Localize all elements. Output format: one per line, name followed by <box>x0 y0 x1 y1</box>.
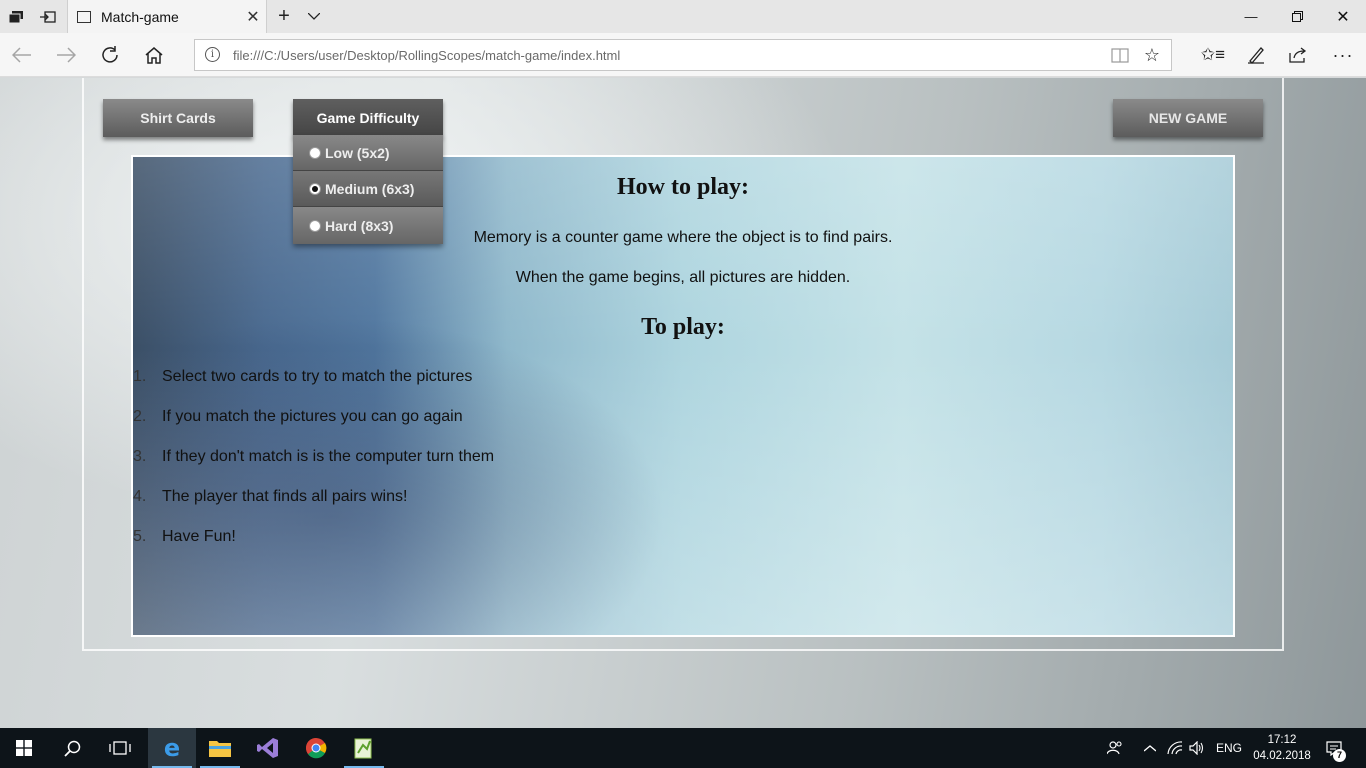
intro-text-2: When the game begins, all pictures are h… <box>515 269 851 286</box>
tab-actions-icon[interactable] <box>0 0 32 33</box>
minimize-icon[interactable]: — <box>1228 0 1274 33</box>
rule-number: 5. <box>133 528 147 545</box>
rule-number: 3. <box>133 448 147 465</box>
rule-text: The player that finds all pairs wins! <box>162 488 408 505</box>
windows-start-icon[interactable] <box>0 728 48 768</box>
difficulty-option-low[interactable]: Low (5x2) <box>293 135 443 171</box>
radio-button[interactable] <box>309 146 321 159</box>
file-explorer-icon[interactable] <box>196 728 244 768</box>
star-icon[interactable]: ☆ <box>1136 40 1168 70</box>
info-icon[interactable]: i <box>205 47 220 62</box>
chrome-icon[interactable] <box>292 728 340 768</box>
difficulty-option-medium[interactable]: Medium (6x3) <box>293 171 443 207</box>
share-icon[interactable] <box>1279 33 1319 77</box>
people-icon[interactable] <box>1104 728 1126 768</box>
chevron-down-icon[interactable] <box>298 0 330 33</box>
search-icon[interactable] <box>48 728 96 768</box>
action-center-icon[interactable] <box>1322 728 1346 768</box>
rule-number: 1. <box>133 368 147 385</box>
notification-count-badge: 7 <box>1333 749 1346 762</box>
to-play-heading: To play: <box>641 314 725 340</box>
page-viewport: Shirt Cards Game Difficulty NEW GAME How… <box>0 78 1366 728</box>
refresh-icon[interactable] <box>90 33 130 77</box>
language-indicator[interactable]: ENG <box>1212 728 1246 768</box>
volume-icon[interactable] <box>1186 728 1208 768</box>
option-label: Medium (6x3) <box>325 180 415 197</box>
tab-title: Match-game <box>101 8 179 25</box>
rule-number: 4. <box>133 488 147 505</box>
taskbar: e ENG 17:12 04.02.2018 7 <box>0 728 1366 768</box>
home-icon[interactable] <box>134 33 174 77</box>
rule-text: If you match the pictures you can go aga… <box>162 408 463 425</box>
set-tabs-aside-icon[interactable] <box>32 0 64 33</box>
rule-text: If they don't match is is the computer t… <box>162 448 495 465</box>
option-label: Low (5x2) <box>325 144 390 161</box>
chevron-up-icon[interactable] <box>1141 728 1159 768</box>
clock[interactable]: 17:12 04.02.2018 <box>1248 732 1316 764</box>
favorites-hub-icon[interactable]: ✩≡ <box>1193 33 1233 77</box>
rule-text: Select two cards to try to match the pic… <box>162 368 473 385</box>
edge-icon[interactable]: e <box>148 728 196 768</box>
forward-arrow-icon[interactable] <box>46 33 86 77</box>
navigation-bar: i file:///C:/Users/user/Desktop/RollingS… <box>0 33 1366 77</box>
pen-icon[interactable] <box>1236 33 1276 77</box>
close-tab-icon[interactable]: ✕ <box>240 7 266 27</box>
rule-text: Have Fun! <box>162 528 236 545</box>
difficulty-dropdown: Low (5x2) Medium (6x3) Hard (8x3) <box>293 135 443 244</box>
clock-date: 04.02.2018 <box>1253 750 1311 762</box>
book-icon[interactable] <box>1104 40 1136 70</box>
close-window-icon[interactable]: ✕ <box>1320 0 1366 33</box>
radio-button-selected[interactable] <box>309 182 321 195</box>
tab-bar: Match-game ✕ + — ✕ <box>0 0 1366 33</box>
back-arrow-icon[interactable] <box>2 33 42 77</box>
game-difficulty-button[interactable]: Game Difficulty <box>293 99 443 137</box>
address-url[interactable]: file:///C:/Users/user/Desktop/RollingSco… <box>233 48 620 63</box>
task-view-icon[interactable] <box>96 728 144 768</box>
rule-number: 2. <box>133 408 147 425</box>
shirt-cards-button[interactable]: Shirt Cards <box>103 99 253 137</box>
restore-icon[interactable] <box>1274 0 1320 33</box>
new-game-button[interactable]: NEW GAME <box>1113 99 1263 137</box>
radio-button[interactable] <box>309 219 321 232</box>
clock-time: 17:12 <box>1267 734 1297 746</box>
page-icon <box>77 10 91 23</box>
notepad-plus-plus-icon[interactable] <box>340 728 388 768</box>
option-label: Hard (8x3) <box>325 217 394 234</box>
difficulty-option-hard[interactable]: Hard (8x3) <box>293 207 443 244</box>
visual-studio-icon[interactable] <box>244 728 292 768</box>
plus-icon[interactable]: + <box>268 0 300 33</box>
network-icon[interactable] <box>1164 728 1186 768</box>
tab-match-game[interactable]: Match-game ✕ <box>67 0 267 33</box>
address-bar[interactable]: i file:///C:/Users/user/Desktop/RollingS… <box>194 39 1172 71</box>
more-icon[interactable]: ··· <box>1323 33 1363 77</box>
